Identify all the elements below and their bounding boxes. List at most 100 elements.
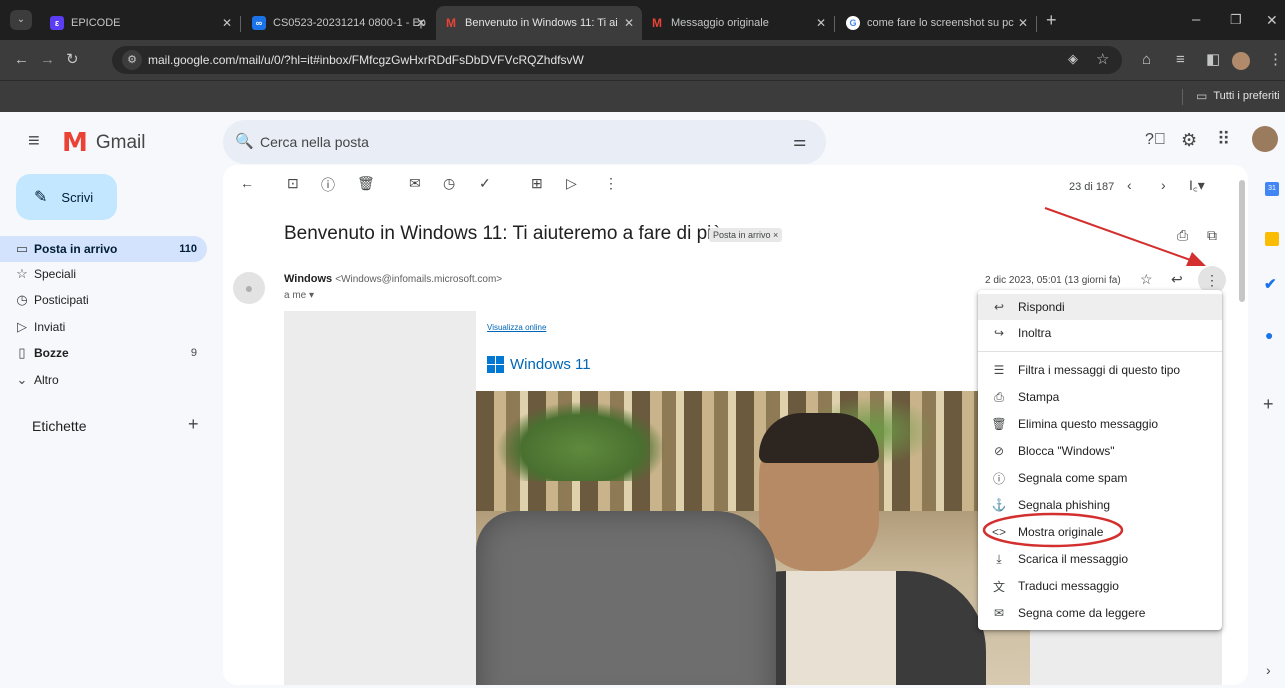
more-actions-icon[interactable]: ⋮: [604, 175, 618, 192]
tab-screenshot[interactable]: G come fare lo screenshot su pc ✕: [838, 6, 1036, 40]
extensions-icon[interactable]: ⌂: [1142, 50, 1151, 70]
open-new-window-icon[interactable]: ⧉: [1207, 227, 1217, 244]
trash-icon: 🗑: [991, 417, 1007, 431]
close-tab-icon[interactable]: ✕: [416, 16, 426, 30]
tab-messaggio-originale[interactable]: M Messaggio originale ✕: [642, 6, 834, 40]
apps-grid-icon[interactable]: ⠿: [1217, 129, 1230, 150]
snooze-icon[interactable]: ◷: [443, 175, 455, 192]
bookmarks-divider: [1182, 89, 1183, 105]
keep-icon[interactable]: [1265, 232, 1279, 246]
windows11-wordmark: Windows 11: [510, 356, 591, 373]
help-icon[interactable]: ?⃝: [1145, 131, 1166, 149]
star-message-icon[interactable]: ☆: [1140, 271, 1153, 288]
tab-title: come fare lo screenshot su pc: [867, 17, 1014, 29]
address-bar[interactable]: ⚙ mail.google.com/mail/u/0/?hl=it#inbox/…: [112, 46, 1122, 74]
older-icon[interactable]: ›: [1161, 177, 1166, 193]
tab-search-icon[interactable]: ⌄: [10, 10, 32, 30]
search-input[interactable]: Cerca nella posta: [260, 134, 369, 150]
bookmarks-bar: ▭ Tutti i preferiti: [0, 80, 1285, 112]
mark-unread-icon[interactable]: ✉: [409, 175, 421, 192]
sidebar-item-snoozed[interactable]: ◷ Posticipati: [0, 287, 207, 313]
settings-gear-icon[interactable]: ⚙: [1181, 130, 1197, 151]
tab-benvenuto[interactable]: M Benvenuto in Windows 11: Ti ai ✕: [436, 6, 642, 40]
account-avatar[interactable]: [1252, 126, 1278, 152]
message-more-menu: ↩ Rispondi ↪ Inoltra ☰ Filtra i messaggi di…: [978, 290, 1222, 630]
delete-icon[interactable]: 🗑: [357, 175, 375, 192]
input-tools-icon[interactable]: I꜀▾: [1189, 176, 1205, 195]
reading-list-icon[interactable]: ≡: [1176, 50, 1185, 70]
email-subject: Benvenuto in Windows 11: Ti aiuteremo a …: [284, 223, 722, 244]
recipient-details[interactable]: a me ▾: [284, 290, 314, 301]
search-options-icon[interactable]: ⚌: [793, 132, 806, 150]
url-text[interactable]: mail.google.com/mail/u/0/?hl=it#inbox/FM…: [148, 53, 584, 67]
add-addon-icon[interactable]: +: [1263, 394, 1274, 415]
sender-avatar: ●: [233, 272, 265, 304]
close-tab-icon[interactable]: ✕: [1018, 16, 1028, 30]
sidebar-item-drafts[interactable]: ▯ Bozze 9: [0, 340, 207, 366]
sidebar-item-more[interactable]: ⌄ Altro: [0, 367, 207, 393]
pagination-text: 23 di 187: [1069, 181, 1115, 193]
side-panel-icon[interactable]: ◧: [1206, 50, 1220, 70]
add-to-tasks-icon[interactable]: ✓: [479, 175, 491, 192]
menu-item-forward[interactable]: ↪ Inoltra: [978, 320, 1222, 346]
tasks-icon[interactable]: ✔: [1264, 275, 1277, 293]
menu-item-show-original[interactable]: <> Mostra originale: [978, 519, 1222, 545]
inbox-label-chip[interactable]: Posta in arrivo ×: [709, 228, 783, 242]
menu-divider: [978, 351, 1222, 352]
menu-item-block[interactable]: ⊘ Blocca "Windows": [978, 438, 1222, 464]
all-bookmarks-button[interactable]: ▭ Tutti i preferiti: [1196, 89, 1280, 103]
print-all-icon[interactable]: ⎙: [1177, 227, 1188, 244]
menu-item-filter[interactable]: ☰ Filtra i messaggi di questo tipo: [978, 357, 1222, 383]
close-tab-icon[interactable]: ✕: [624, 16, 634, 30]
close-tab-icon[interactable]: ✕: [816, 16, 826, 30]
menu-item-mark-unread[interactable]: ✉ Segna come da leggere: [978, 600, 1222, 626]
menu-item-download[interactable]: ⤓ Scarica il messaggio: [978, 546, 1222, 572]
extension-eye-icon[interactable]: ◈: [1068, 51, 1078, 67]
filter-icon: ☰: [993, 363, 1005, 377]
menu-item-delete[interactable]: 🗑 Elimina questo messaggio: [978, 411, 1222, 437]
menu-item-report-phishing[interactable]: ⚓ Segnala phishing: [978, 492, 1222, 518]
gmail-logo[interactable]: M Gmail: [62, 128, 146, 158]
main-menu-icon[interactable]: ≡: [28, 130, 40, 153]
back-icon[interactable]: ←: [14, 50, 29, 70]
reload-icon[interactable]: ↻: [66, 50, 79, 70]
close-window-icon[interactable]: ✕: [1266, 10, 1278, 30]
menu-item-label: Stampa: [1018, 390, 1060, 404]
menu-item-reply[interactable]: ↩ Rispondi: [978, 294, 1222, 320]
forward-icon[interactable]: →: [40, 50, 55, 70]
sidebar-item-inbox[interactable]: ▭ Posta in arrivo 110: [0, 236, 207, 262]
menu-item-translate[interactable]: 文 Traduci messaggio: [978, 573, 1222, 599]
newer-icon[interactable]: ‹: [1127, 177, 1132, 193]
sidebar-item-starred[interactable]: ☆ Speciali: [0, 261, 207, 287]
close-tab-icon[interactable]: ✕: [222, 16, 232, 30]
tab-epicode[interactable]: ε EPICODE ✕: [42, 6, 240, 40]
view-online-link[interactable]: Visualizza online: [487, 323, 546, 332]
minimize-icon[interactable]: –: [1192, 10, 1200, 30]
restore-icon[interactable]: ❐: [1230, 10, 1242, 30]
back-to-inbox-icon[interactable]: ←: [240, 175, 254, 191]
windows-logo-icon: [487, 356, 504, 373]
menu-item-print[interactable]: ⎙ Stampa: [978, 384, 1222, 410]
search-icon[interactable]: 🔍: [235, 132, 254, 150]
move-to-icon[interactable]: ⊞: [531, 175, 543, 192]
sidebar-item-sent[interactable]: ▷ Inviati: [0, 314, 207, 340]
new-tab-icon[interactable]: +: [1046, 10, 1057, 30]
tab-cs0523[interactable]: ∞ CS0523-20231214 0800-1 - Ep ✕: [244, 6, 434, 40]
calendar-icon[interactable]: 31: [1265, 182, 1279, 196]
chrome-menu-icon[interactable]: ⋮: [1268, 50, 1283, 70]
search-bar[interactable]: 🔍 Cerca nella posta ⚌: [223, 120, 826, 164]
gmail-favicon-icon: M: [652, 16, 662, 30]
reply-icon[interactable]: ↩: [1171, 271, 1183, 288]
report-spam-icon[interactable]: ⓘ: [321, 175, 335, 195]
compose-button[interactable]: ✎ Scrivi: [16, 174, 117, 220]
expand-panel-icon[interactable]: ›: [1266, 662, 1271, 678]
contacts-icon[interactable]: ●: [1265, 327, 1273, 343]
profile-avatar[interactable]: [1232, 52, 1250, 70]
archive-icon[interactable]: ⊡: [287, 175, 299, 192]
bookmark-star-icon[interactable]: ☆: [1096, 50, 1109, 68]
message-scrollbar[interactable]: [1239, 180, 1245, 302]
menu-item-report-spam[interactable]: ⓘ Segnala come spam: [978, 465, 1222, 491]
site-info-icon[interactable]: ⚙: [122, 50, 142, 70]
add-label-icon[interactable]: +: [188, 414, 199, 435]
label-icon[interactable]: ▷: [566, 175, 577, 192]
